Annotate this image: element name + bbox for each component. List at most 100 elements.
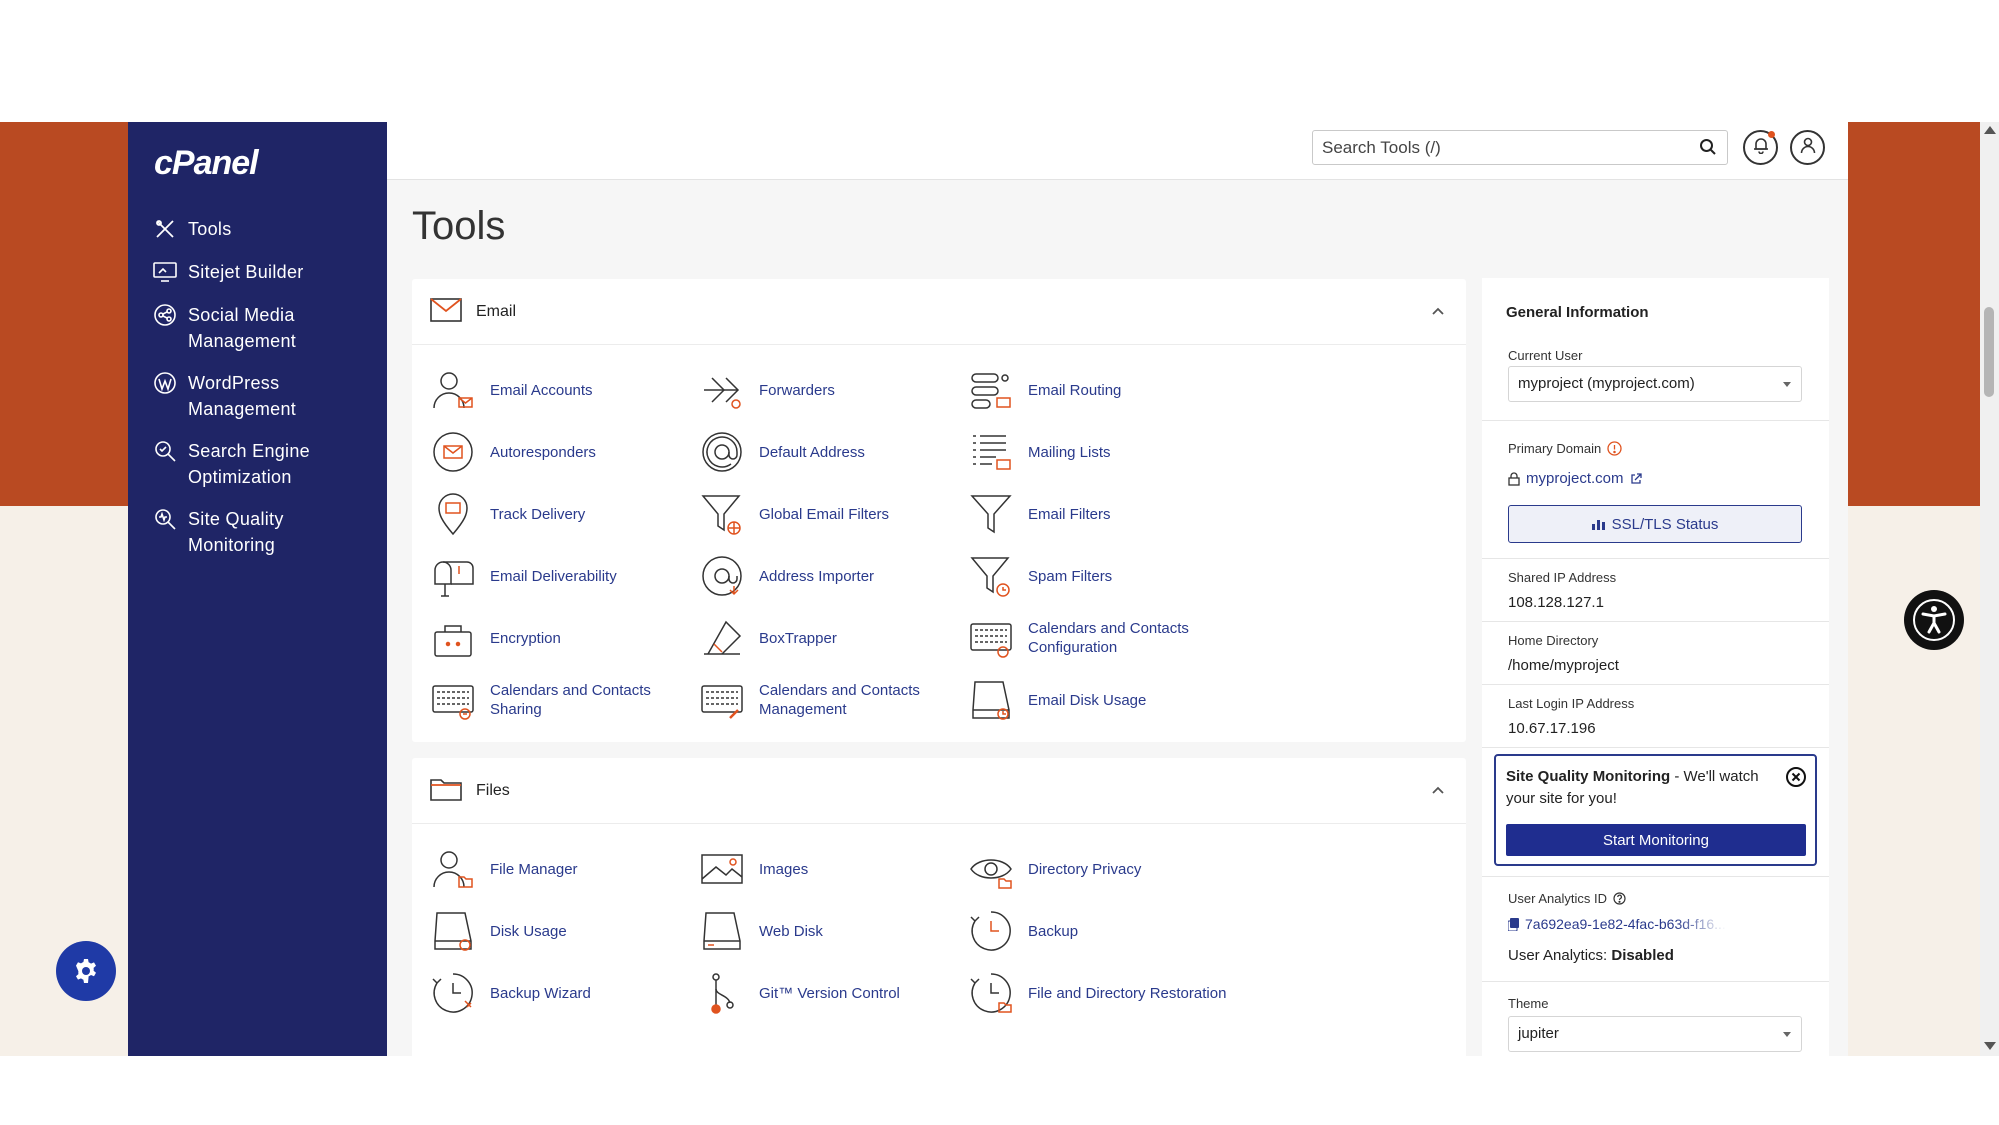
tool-default-address[interactable]: Default Address (699, 429, 959, 475)
tool-email-filters[interactable]: Email Filters (968, 491, 1228, 537)
ssl-tls-status-button[interactable]: SSL/TLS Status (1508, 505, 1802, 543)
tool-track-delivery[interactable]: Track Delivery (430, 491, 690, 537)
scroll-down-icon[interactable] (1984, 1042, 1996, 1050)
tool-email-deliverability[interactable]: Email Deliverability (430, 553, 690, 599)
calendar-share-icon (430, 677, 476, 723)
theme-value: jupiter (1518, 1025, 1559, 1042)
files-section-header[interactable]: Files (412, 758, 1466, 824)
tool-autoresponders[interactable]: Autoresponders (430, 429, 690, 475)
sidebar: cPanel Tools Sitejet Builder Social Medi… (128, 122, 387, 1056)
scroll-up-icon[interactable] (1984, 126, 1996, 134)
tool-encryption[interactable]: Encryption (430, 615, 690, 661)
tool-calendars-contacts-management[interactable]: Calendars and Contacts Management (699, 677, 959, 723)
tool-mailing-lists[interactable]: Mailing Lists (968, 429, 1228, 475)
tool-images[interactable]: Images (699, 846, 959, 892)
sidebar-item-social-media[interactable]: Social Media Management (152, 302, 358, 354)
primary-domain-link[interactable]: myproject.com (1508, 470, 1642, 487)
panel-title: General Information (1506, 304, 1649, 321)
mailbox-icon (430, 553, 476, 599)
tool-git-version-control[interactable]: Git™ Version Control (699, 970, 959, 1016)
at-import-icon (699, 553, 745, 599)
last-login-section: Last Login IP Address 10.67.17.196 (1482, 685, 1829, 748)
chevron-up-icon[interactable] (1430, 782, 1446, 798)
user-folder-icon (430, 846, 476, 892)
tool-calendars-contacts-sharing[interactable]: Calendars and Contacts Sharing (430, 677, 690, 723)
web-disk-icon (699, 908, 745, 954)
bottom-margin (0, 1056, 1999, 1125)
tool-email-disk-usage[interactable]: Email Disk Usage (968, 677, 1228, 723)
sidebar-item-sitejet[interactable]: Sitejet Builder (152, 259, 358, 285)
eye-icon (968, 846, 1014, 892)
sidebar-item-site-quality[interactable]: Site Quality Monitoring (152, 506, 358, 558)
autoresponder-icon (430, 429, 476, 475)
page-title: Tools (412, 204, 506, 248)
chevron-up-icon[interactable] (1430, 303, 1446, 319)
user-analytics-id[interactable]: 7a692ea9-1e82-4fac-b63d-f16... (1508, 916, 1808, 932)
location-pin-icon (430, 491, 476, 537)
at-sign-icon (699, 429, 745, 475)
restore-icon (968, 970, 1014, 1016)
theme-select[interactable]: jupiter (1508, 1016, 1802, 1052)
tool-forwarders[interactable]: Forwarders (699, 367, 959, 413)
tool-backup-wizard[interactable]: Backup Wizard (430, 970, 690, 1016)
backup-clock-icon (968, 908, 1014, 954)
copy-icon[interactable] (1508, 917, 1519, 931)
boxtrapper-icon (699, 615, 745, 661)
tool-disk-usage[interactable]: Disk Usage (430, 908, 690, 954)
home-directory-label: Home Directory (1508, 633, 1599, 648)
close-icon[interactable] (1785, 766, 1807, 788)
page-scrollbar[interactable] (1980, 122, 1999, 1056)
shared-ip-value: 108.128.127.1 (1508, 594, 1604, 611)
main-content: Tools Email Email Accounts Forwarders Em… (387, 122, 1848, 1056)
sidebar-item-wordpress[interactable]: WordPress Management (152, 370, 358, 422)
tool-email-accounts[interactable]: Email Accounts (430, 367, 690, 413)
user-analytics-label: User Analytics ID (1508, 891, 1607, 906)
social-media-icon (152, 302, 178, 328)
accessibility-button[interactable] (1904, 590, 1964, 650)
notification-dot (1768, 131, 1775, 138)
tool-email-routing[interactable]: Email Routing (968, 367, 1228, 413)
info-circle-icon[interactable] (1607, 441, 1622, 456)
settings-button[interactable] (56, 941, 116, 1001)
backup-wizard-icon (430, 970, 476, 1016)
start-monitoring-button[interactable]: Start Monitoring (1506, 824, 1806, 856)
disk-usage-icon (968, 677, 1014, 723)
tool-calendars-contacts-configuration[interactable]: Calendars and Contacts Configuration (968, 615, 1228, 661)
accessibility-icon (1912, 598, 1956, 642)
sidebar-item-tools[interactable]: Tools (152, 216, 358, 242)
files-section: Files File Manager Images Directory Priv… (412, 758, 1466, 1056)
user-menu-button[interactable] (1790, 130, 1825, 165)
tool-global-email-filters[interactable]: Global Email Filters (699, 491, 959, 537)
sidebar-item-seo[interactable]: Search Engine Optimization (152, 438, 358, 490)
sidebar-item-label: Sitejet Builder (188, 262, 304, 282)
tools-icon (152, 216, 178, 242)
notifications-button[interactable] (1743, 130, 1778, 165)
email-section-header[interactable]: Email (412, 279, 1466, 345)
tool-directory-privacy[interactable]: Directory Privacy (968, 846, 1228, 892)
forward-arrow-icon (699, 367, 745, 413)
search-input[interactable] (1313, 131, 1683, 164)
image-icon (699, 846, 745, 892)
tool-web-disk[interactable]: Web Disk (699, 908, 959, 954)
help-circle-icon[interactable] (1613, 892, 1626, 905)
search-icon[interactable] (1699, 138, 1719, 158)
current-user-label: Current User (1508, 348, 1583, 363)
disk-icon (430, 908, 476, 954)
scrollbar-thumb[interactable] (1984, 307, 1994, 397)
primary-domain-label: Primary Domain (1508, 441, 1602, 456)
caret-down-icon (1783, 382, 1791, 387)
lock-icon (1508, 471, 1520, 486)
primary-domain-section: Primary Domain myproject.com SSL/TLS Sta (1482, 421, 1829, 559)
lock-box-icon (430, 615, 476, 661)
caret-down-icon (1783, 1032, 1791, 1037)
calendar-config-icon (968, 615, 1014, 661)
cpanel-logo[interactable]: cPanel (154, 144, 259, 183)
tool-address-importer[interactable]: Address Importer (699, 553, 959, 599)
tool-boxtrapper[interactable]: BoxTrapper (699, 615, 959, 661)
tool-spam-filters[interactable]: Spam Filters (968, 553, 1228, 599)
tool-file-directory-restoration[interactable]: File and Directory Restoration (968, 970, 1228, 1016)
current-user-select[interactable]: myproject (myproject.com) (1508, 366, 1802, 402)
tool-backup[interactable]: Backup (968, 908, 1228, 954)
callout-title: Site Quality Monitoring (1506, 768, 1671, 785)
tool-file-manager[interactable]: File Manager (430, 846, 690, 892)
